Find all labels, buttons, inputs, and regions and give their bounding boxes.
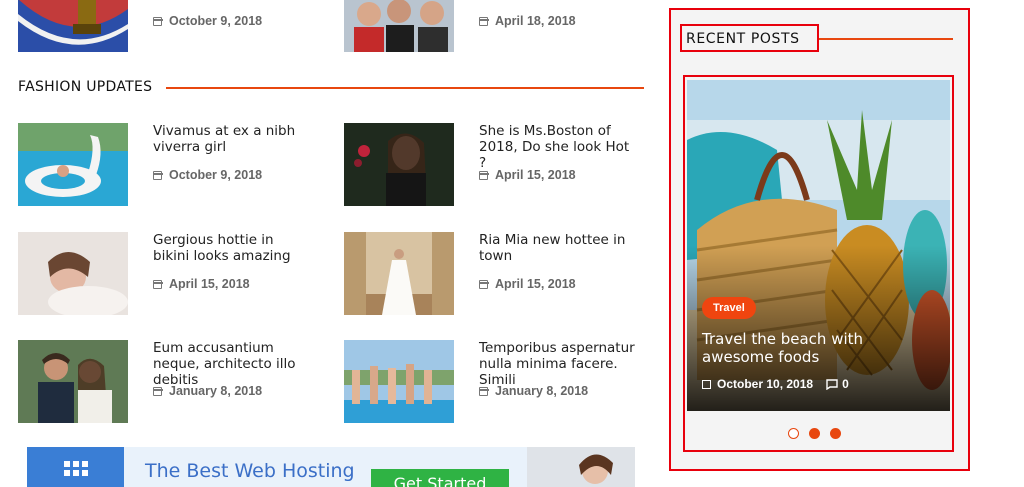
post-thumbnail[interactable] (18, 340, 128, 423)
post-date: October 9, 2018 (152, 168, 262, 182)
ad-headline: The Best Web Hosting (145, 460, 355, 482)
calendar-icon (478, 279, 489, 289)
lying-woman-photo (18, 232, 128, 315)
post-title-link[interactable]: Ria Mia new hottee in town (479, 232, 639, 264)
post-title-link[interactable]: She is Ms.Boston of 2018, Do she look Ho… (479, 123, 639, 171)
widget-title-divider (819, 38, 953, 40)
woman-portrait-photo (344, 123, 454, 206)
post-date: April 18, 2018 (478, 14, 576, 28)
ad-person-image (527, 447, 635, 487)
post-thumbnail[interactable] (344, 340, 454, 423)
widget-title: RECENT POSTS (686, 31, 800, 47)
slider-dot-3[interactable] (830, 428, 841, 439)
post-date: January 8, 2018 (152, 384, 262, 398)
get-started-button[interactable]: Get Started (371, 469, 509, 487)
grid-icon (64, 461, 88, 476)
calendar-icon (152, 16, 163, 26)
post-thumbnail[interactable] (344, 123, 454, 206)
post-title-link[interactable]: Vivamus at ex a nibh viverra girl (153, 123, 313, 155)
post-thumbnail-party[interactable] (344, 0, 454, 52)
post-thumbnail-award[interactable] (18, 0, 128, 52)
pool-unicorn-photo (18, 123, 128, 206)
post-thumbnail[interactable] (18, 123, 128, 206)
calendar-icon (702, 379, 711, 389)
section-divider (166, 87, 644, 89)
slider-dot-2[interactable] (809, 428, 820, 439)
slide-post-meta: October 10, 2018 0 (702, 377, 849, 391)
person-photo (579, 454, 613, 484)
calendar-icon (478, 16, 489, 26)
post-title-link[interactable]: Gergious hottie in bikini looks amazing (153, 232, 313, 264)
calendar-icon (478, 386, 489, 396)
wedding-couple-photo (18, 340, 128, 423)
post-thumbnail[interactable] (344, 232, 454, 315)
recent-posts-title-box: RECENT POSTS (680, 24, 819, 52)
slide-post-date: October 10, 2018 (717, 377, 814, 391)
slide-post-title[interactable]: Travel the beach with awesome foods (702, 330, 937, 366)
calendar-icon (152, 386, 163, 396)
award-photo (18, 0, 128, 52)
hosting-ad-banner[interactable]: The Best Web Hosting Get Started (27, 447, 635, 487)
bride-photo (344, 232, 454, 315)
post-date: April 15, 2018 (478, 277, 576, 291)
slide-comment-count: 0 (842, 377, 849, 391)
calendar-icon (152, 170, 163, 180)
calendar-icon (152, 279, 163, 289)
post-title-link[interactable]: Temporibus aspernatur nulla minima facer… (479, 340, 639, 388)
post-date: October 9, 2018 (152, 14, 262, 28)
category-badge-travel[interactable]: Travel (702, 297, 756, 319)
comment-icon (826, 378, 838, 390)
pool-group-photo (344, 340, 454, 423)
calendar-icon (478, 170, 489, 180)
post-date: April 15, 2018 (152, 277, 250, 291)
post-thumbnail[interactable] (18, 232, 128, 315)
party-photo (344, 0, 454, 52)
post-date: April 15, 2018 (478, 168, 576, 182)
ad-logo-block (27, 447, 124, 487)
post-title-link[interactable]: Eum accusantium neque, architecto illo d… (153, 340, 313, 388)
slider-dot-1[interactable] (788, 428, 799, 439)
post-date: January 8, 2018 (478, 384, 588, 398)
section-title-fashion-updates: FASHION UPDATES (18, 79, 153, 95)
